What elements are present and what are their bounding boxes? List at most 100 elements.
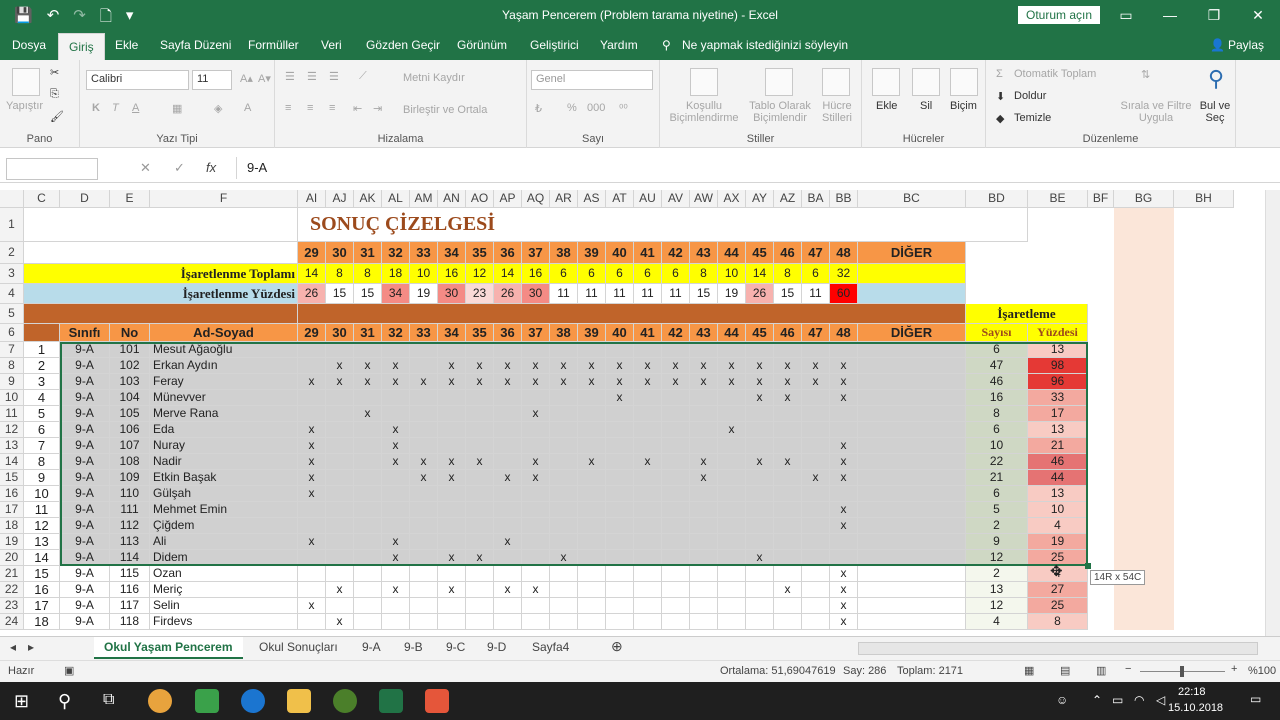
tab-dosya[interactable]: Dosya	[12, 38, 46, 52]
mark-total-value[interactable]: 8	[326, 264, 354, 284]
column-header[interactable]: BC	[858, 190, 966, 208]
sort-filter-button[interactable]: Sırala ve Filtre Uygula	[1120, 100, 1192, 124]
mark-cell[interactable]: x	[298, 598, 326, 614]
question-header[interactable]: 43	[690, 242, 718, 264]
grow-font-icon[interactable]: A▴	[240, 72, 253, 85]
row-header[interactable]: 20	[0, 550, 24, 566]
student-count[interactable]: 12	[966, 598, 1028, 614]
question-header[interactable]: 35	[466, 324, 494, 342]
mark-cell[interactable]	[606, 614, 634, 630]
question-header[interactable]: 39	[578, 324, 606, 342]
question-header[interactable]: 45	[746, 242, 774, 264]
mark-cell[interactable]	[410, 566, 438, 582]
question-header[interactable]: 46	[774, 242, 802, 264]
column-header[interactable]: AI	[298, 190, 326, 208]
student-no[interactable]: 117	[110, 598, 150, 614]
question-header[interactable]: 36	[494, 324, 522, 342]
row-header[interactable]: 15	[0, 470, 24, 486]
mark-total-value[interactable]: 16	[438, 264, 466, 284]
mark-cell[interactable]	[578, 614, 606, 630]
mark-cell[interactable]	[326, 566, 354, 582]
question-header[interactable]: 34	[438, 242, 466, 264]
volume-icon[interactable]: ◁	[1156, 693, 1165, 707]
mark-cell[interactable]	[746, 566, 774, 582]
sheet-tab-okul-yasam[interactable]: Okul Yaşam Pencerem	[94, 637, 243, 659]
italic-button[interactable]: T	[112, 102, 119, 114]
sign-in-button[interactable]: Oturum açın	[1018, 6, 1100, 24]
mark-cell[interactable]	[410, 614, 438, 630]
column-header[interactable]: AK	[354, 190, 382, 208]
header-no[interactable]: No	[110, 324, 150, 342]
mark-cell[interactable]	[438, 614, 466, 630]
student-no[interactable]: 118	[110, 614, 150, 630]
column-header[interactable]: AM	[410, 190, 438, 208]
macro-record-icon[interactable]: ▣	[64, 664, 74, 677]
mark-cell[interactable]	[550, 614, 578, 630]
mark-total-value[interactable]: 8	[774, 264, 802, 284]
mark-cell[interactable]	[382, 614, 410, 630]
mark-cell[interactable]	[466, 598, 494, 614]
header-sayisi[interactable]: Sayısı	[966, 324, 1028, 342]
align-left-icon[interactable]: ≡	[285, 102, 291, 114]
restore-icon[interactable]: ❐	[1192, 0, 1236, 31]
other-cell[interactable]	[858, 614, 966, 630]
question-header[interactable]: 35	[466, 242, 494, 264]
column-header[interactable]: AS	[578, 190, 606, 208]
column-header[interactable]: AX	[718, 190, 746, 208]
question-header[interactable]: 48	[830, 324, 858, 342]
cancel-formula-icon[interactable]: ✕	[140, 160, 151, 176]
mark-total-value[interactable]: 6	[802, 264, 830, 284]
page-break-icon[interactable]: ▥	[1096, 664, 1106, 677]
mark-cell[interactable]	[634, 614, 662, 630]
outdent-icon[interactable]: ⇥	[373, 102, 382, 115]
mark-cell[interactable]	[774, 598, 802, 614]
column-header[interactable]: AJ	[326, 190, 354, 208]
isaretleme-header[interactable]: İşaretleme	[966, 304, 1088, 324]
row-header[interactable]: 22	[0, 582, 24, 598]
student-count[interactable]: 4	[966, 614, 1028, 630]
mark-cell[interactable]: x	[382, 582, 410, 598]
row-header[interactable]: 24	[0, 614, 24, 630]
shrink-font-icon[interactable]: A▾	[258, 72, 271, 85]
student-index[interactable]: 4	[24, 390, 60, 406]
mark-cell[interactable]: x	[494, 582, 522, 598]
mark-cell[interactable]	[718, 582, 746, 598]
column-header[interactable]: BG	[1114, 190, 1174, 208]
column-header[interactable]: D	[60, 190, 110, 208]
insert-function-button[interactable]: fx	[206, 160, 216, 175]
mark-cell[interactable]	[550, 598, 578, 614]
column-header[interactable]: BE	[1028, 190, 1088, 208]
student-index[interactable]: 1	[24, 342, 60, 358]
student-index[interactable]: 18	[24, 614, 60, 630]
question-header[interactable]: 44	[718, 242, 746, 264]
column-header[interactable]: AN	[438, 190, 466, 208]
student-class[interactable]: 9-A	[60, 614, 110, 630]
mark-total-value[interactable]: 6	[550, 264, 578, 284]
student-index[interactable]: 17	[24, 598, 60, 614]
fill-handle[interactable]	[1085, 563, 1091, 569]
mark-cell[interactable]	[578, 566, 606, 582]
mark-cell[interactable]	[298, 582, 326, 598]
insert-button[interactable]: Ekle	[876, 100, 897, 112]
fill-color-icon[interactable]: ◈	[214, 102, 222, 115]
minimize-icon[interactable]: —	[1148, 0, 1192, 31]
question-header[interactable]: 44	[718, 324, 746, 342]
sheet-tab-okul-sonuclari[interactable]: Okul Sonuçları	[259, 640, 338, 654]
row-header[interactable]: 1	[0, 208, 24, 242]
mark-pct-value[interactable]: 23	[466, 284, 494, 304]
autosum-button[interactable]: Otomatik Toplam	[1014, 68, 1096, 80]
zoom-thumb[interactable]	[1180, 666, 1184, 677]
mark-pct-value[interactable]: 11	[662, 284, 690, 304]
question-header[interactable]: 40	[606, 324, 634, 342]
empty-title-left[interactable]	[24, 208, 298, 242]
mark-cell[interactable]	[662, 566, 690, 582]
question-header[interactable]: 33	[410, 242, 438, 264]
column-header[interactable]: AP	[494, 190, 522, 208]
mark-cell[interactable]	[690, 582, 718, 598]
orientation-icon[interactable]: ⟋	[359, 70, 367, 83]
question-header[interactable]: 31	[354, 242, 382, 264]
decimal-icon[interactable]: ⁰⁰	[619, 102, 628, 115]
mark-cell[interactable]	[802, 598, 830, 614]
app-circle-icon[interactable]	[333, 689, 357, 713]
row-header[interactable]: 10	[0, 390, 24, 406]
